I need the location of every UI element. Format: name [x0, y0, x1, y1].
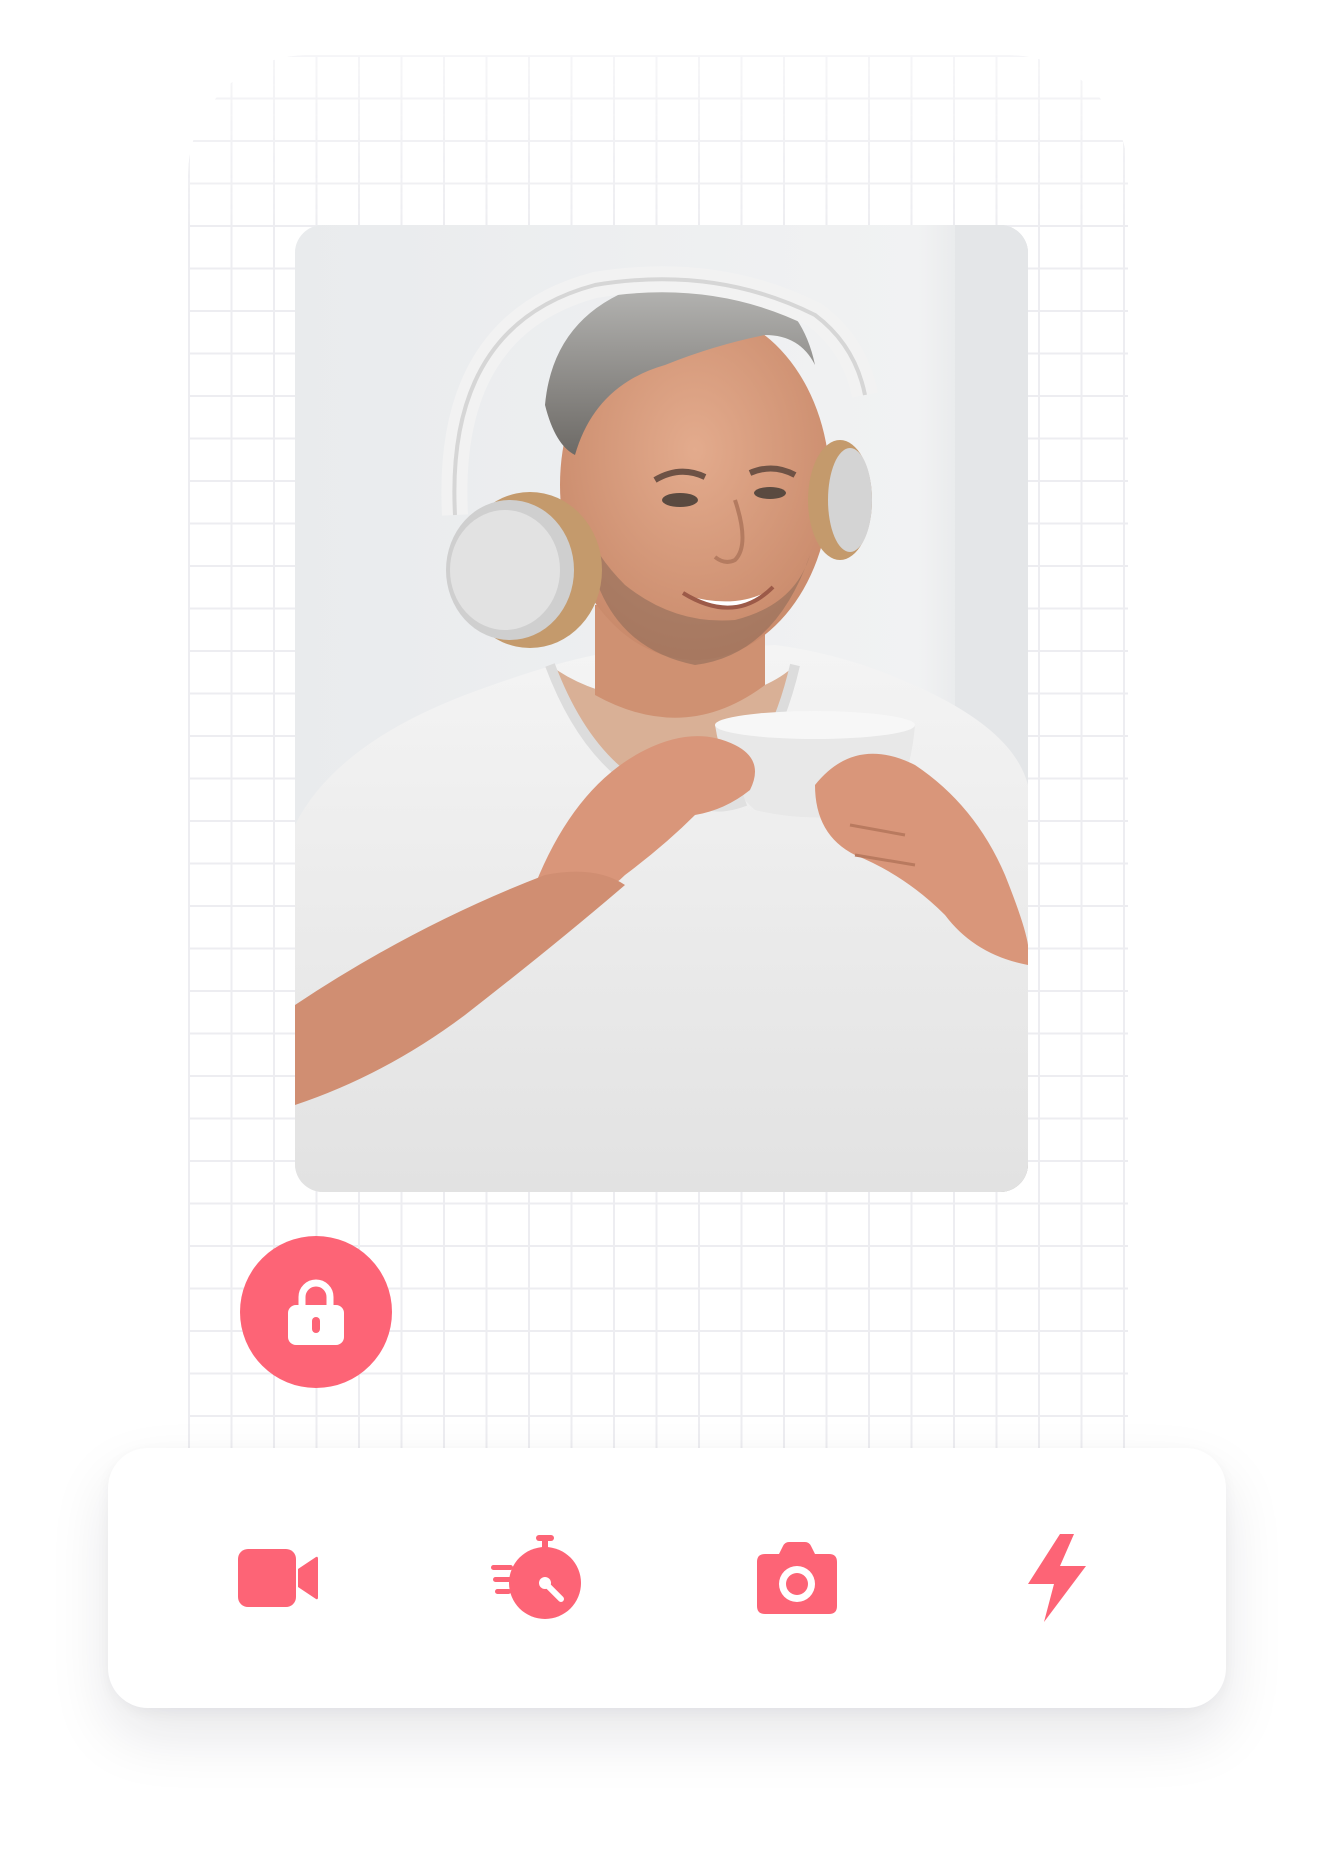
- timer-button[interactable]: [477, 1518, 597, 1638]
- video-mode-button[interactable]: [218, 1518, 338, 1638]
- camera-icon: [756, 1542, 837, 1614]
- camera-toolbar: [108, 1448, 1226, 1708]
- lock-button[interactable]: [240, 1236, 392, 1388]
- photo-preview: [295, 225, 1028, 1192]
- flash-button[interactable]: [996, 1518, 1116, 1638]
- photo-mode-button[interactable]: [737, 1518, 857, 1638]
- fast-timer-icon: [491, 1535, 582, 1619]
- portrait-photo: [295, 225, 1028, 1192]
- camera-screen: [0, 0, 1332, 1860]
- lock-icon: [288, 1279, 344, 1345]
- video-camera-icon: [237, 1549, 318, 1607]
- lightning-bolt-icon: [1028, 1534, 1087, 1622]
